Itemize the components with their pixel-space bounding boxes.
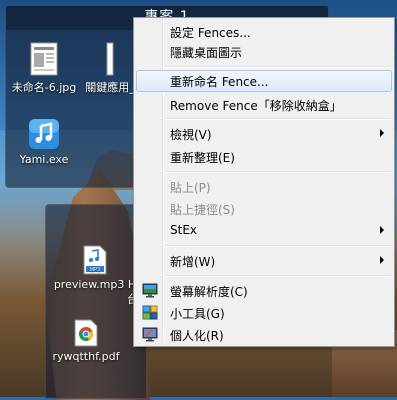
submenu-arrow-icon bbox=[380, 129, 384, 137]
chrome-pdf-icon bbox=[74, 319, 98, 347]
menu-item-label: 新增(W) bbox=[170, 255, 216, 269]
menu-separator bbox=[165, 275, 391, 277]
menu-item-label: 設定 Fences... bbox=[170, 26, 251, 40]
music-app-icon bbox=[29, 119, 59, 149]
menu-item-label: 重新整理(E) bbox=[170, 151, 235, 165]
menu-item-hide-desktop-icons[interactable]: 隱藏桌面圖示 bbox=[136, 41, 392, 63]
file-label-mp3: preview.mp3 bbox=[53, 278, 125, 291]
document-file-icon bbox=[106, 42, 114, 76]
submenu-arrow-icon bbox=[380, 226, 384, 234]
svg-text:MP3: MP3 bbox=[90, 267, 101, 273]
gadgets-icon bbox=[142, 305, 158, 320]
file-label: 未命名-6.jpg bbox=[11, 81, 77, 94]
menu-item-label: 重新命名 Fence... bbox=[170, 75, 269, 89]
file-label: rywqtthf.pdf bbox=[52, 350, 120, 363]
menu-item-label: 檢視(V) bbox=[170, 128, 212, 142]
menu-item-label: 貼上(P) bbox=[170, 181, 211, 195]
submenu-arrow-icon bbox=[380, 256, 384, 264]
desktop-file-document[interactable]: 關鍵應用_ bbox=[80, 42, 140, 95]
display-resolution-icon bbox=[142, 283, 158, 298]
menu-item-label: Remove Fence「移除收納盒」 bbox=[170, 99, 342, 113]
mp3-file-icon: MP3 bbox=[83, 245, 107, 275]
menu-separator bbox=[165, 245, 391, 247]
desktop-file-exe[interactable]: Yami.exe bbox=[8, 118, 80, 166]
menu-item-new[interactable]: 新增(W) bbox=[136, 250, 392, 272]
file-label-partial-2: 台 bbox=[46, 291, 144, 307]
menu-item-stex[interactable]: StEx bbox=[136, 220, 392, 242]
menu-item-paste[interactable]: 貼上(P) bbox=[136, 176, 392, 198]
menu-separator bbox=[165, 118, 391, 120]
menu-item-view[interactable]: 檢視(V) bbox=[136, 123, 392, 145]
file-label: 關鍵應用_ bbox=[85, 81, 135, 94]
menu-item-gadgets[interactable]: 小工具(G) bbox=[136, 302, 392, 324]
menu-item-paste-shortcut[interactable]: 貼上捷徑(S) bbox=[136, 198, 392, 220]
menu-item-label: 貼上捷徑(S) bbox=[170, 203, 235, 217]
menu-item-rename-fence[interactable]: 重新命名 Fence... bbox=[136, 70, 392, 92]
fence-2[interactable]: MP3 preview.mp3 H 台 rywqtthf.pdf bbox=[45, 204, 147, 399]
menu-item-label: 隱藏桌面圖示 bbox=[170, 46, 243, 60]
context-menu: 設定 Fences... 隱藏桌面圖示 重新命名 Fence... Remove… bbox=[133, 17, 395, 347]
file-label: Yami.exe bbox=[19, 153, 69, 166]
menu-item-label: StEx bbox=[170, 223, 198, 237]
file-label: preview.mp3 H bbox=[46, 278, 144, 291]
menu-item-refresh[interactable]: 重新整理(E) bbox=[136, 146, 392, 168]
menu-item-label: 螢幕解析度(C) bbox=[170, 285, 248, 299]
desktop-file-mp3[interactable]: MP3 preview.mp3 H 台 bbox=[46, 245, 144, 307]
menu-separator bbox=[165, 66, 391, 68]
menu-item-fences-settings[interactable]: 設定 Fences... bbox=[136, 21, 392, 43]
menu-item-personalize[interactable]: 個人化(R) bbox=[136, 324, 392, 346]
menu-item-label: 個人化(R) bbox=[170, 329, 224, 343]
image-file-icon bbox=[30, 42, 58, 76]
menu-separator bbox=[165, 171, 391, 173]
desktop-file-pdf[interactable]: rywqtthf.pdf bbox=[46, 319, 126, 363]
menu-item-label: 小工具(G) bbox=[170, 307, 225, 321]
desktop-file-jpg[interactable]: 未命名-6.jpg bbox=[8, 42, 80, 95]
personalize-icon bbox=[142, 327, 158, 342]
menu-item-remove-fence[interactable]: Remove Fence「移除收納盒」 bbox=[136, 94, 392, 116]
menu-item-screen-resolution[interactable]: 螢幕解析度(C) bbox=[136, 280, 392, 302]
